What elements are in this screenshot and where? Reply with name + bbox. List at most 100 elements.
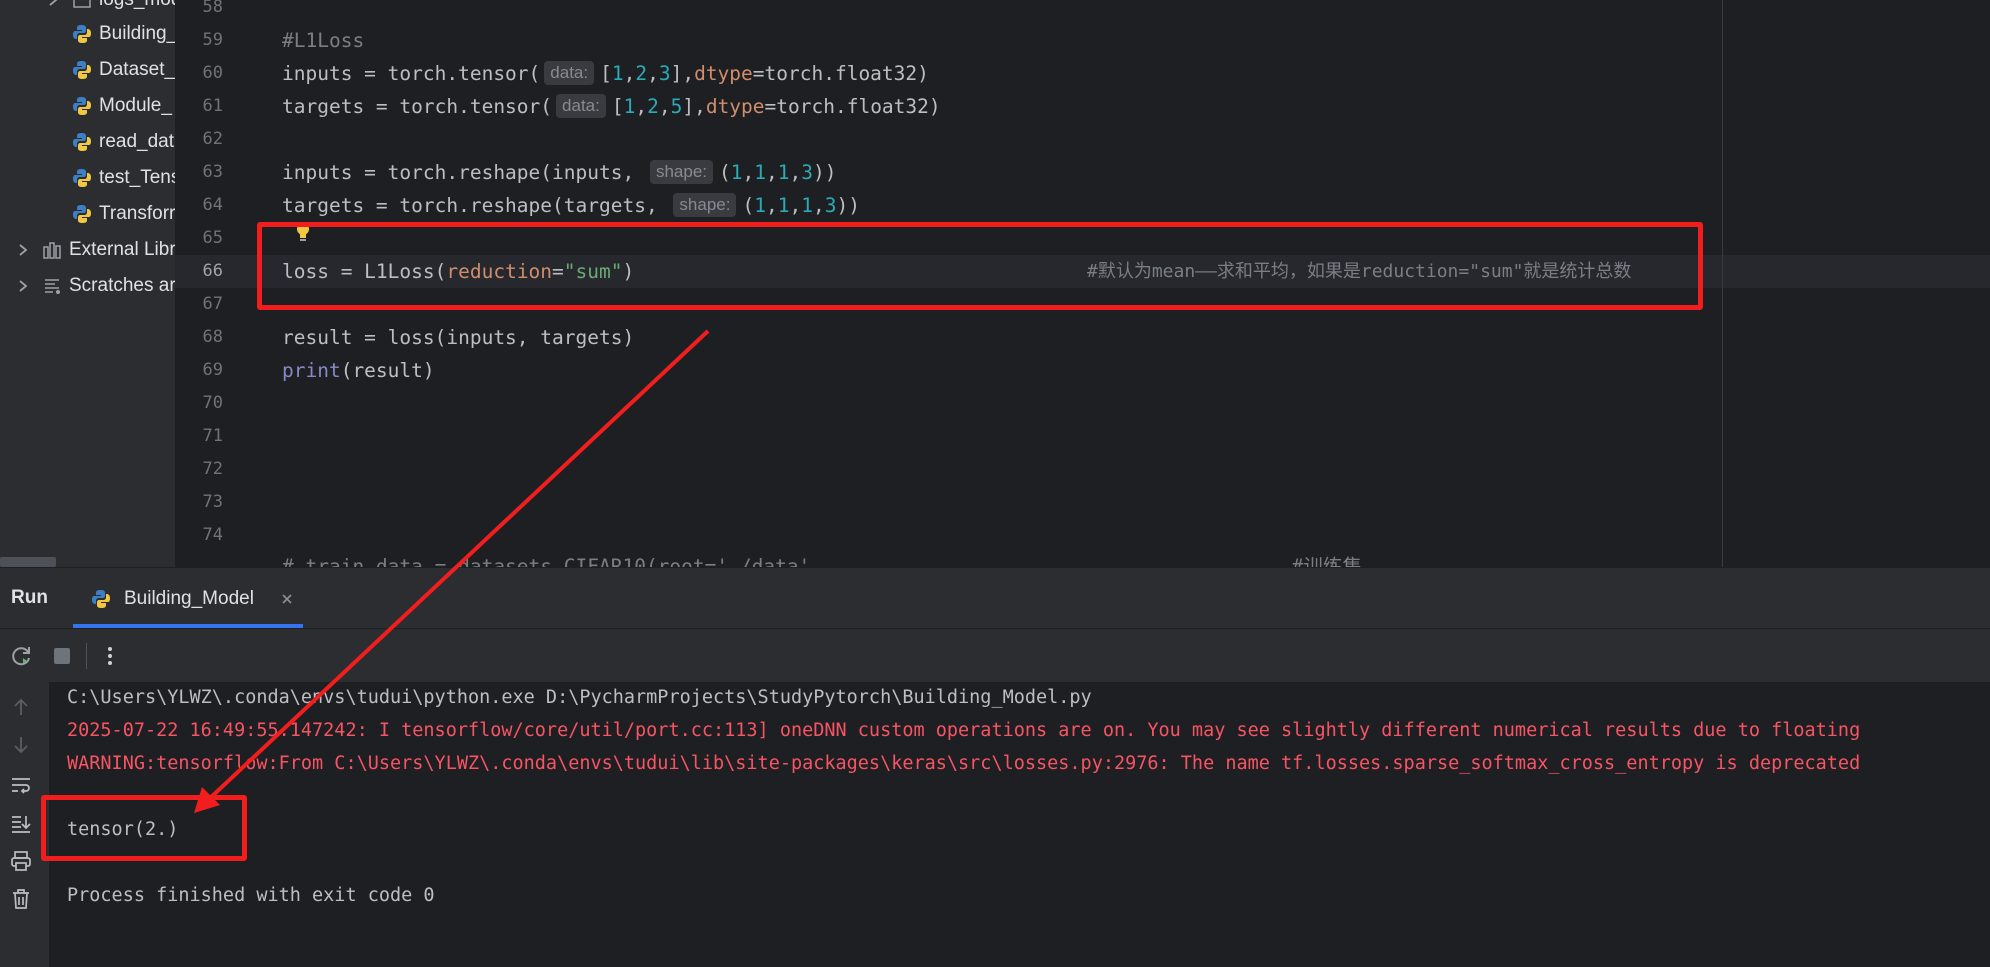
code-line[interactable]: #L1Loss [282,24,364,57]
code-line[interactable]: inputs = torch.reshape(inputs, shape: (1,… [282,156,836,189]
line-number: 58 [202,0,223,17]
tree-item-label: read_dat [99,131,175,152]
code-text: (result) [340,359,435,382]
run-console[interactable]: C:\Users\YLWZ\.conda\envs\tudui\python.e… [49,682,1990,967]
soft-wrap-icon[interactable] [10,774,32,796]
tree-item-file[interactable]: Building_ [72,16,175,52]
line-number: 67 [202,294,223,314]
code-text: [ [600,62,612,85]
code-line-cut: # train_data = datasets.CIFAR10(root='./… [282,555,1362,567]
rerun-icon[interactable] [10,644,34,668]
annotation-box-result [41,795,247,861]
code-text: =torch.float32) [764,95,941,118]
number-literal: 1 [754,161,766,184]
parameter-hint: shape: [673,193,737,217]
code-text: [ [611,95,624,118]
code-text: result = loss(inputs, targets) [282,326,635,349]
run-tab-label: Building_Model [124,587,254,609]
chevron-right-icon[interactable] [16,243,30,257]
code-line[interactable]: result = loss(inputs, targets) [282,321,634,354]
code-text: )) [813,161,837,184]
console-command-line: C:\Users\YLWZ\.conda\envs\tudui\python.e… [67,687,1092,708]
line-number: 63 [202,162,223,182]
tree-item-file[interactable]: read_dat [72,124,174,160]
stop-icon[interactable] [50,644,74,668]
more-icon[interactable] [98,644,122,668]
code-line[interactable]: print(result) [282,354,435,387]
code-text: ], [682,95,706,118]
number-literal: 3 [801,161,813,184]
code-line[interactable]: inputs = torch.tensor(data: [1,2,3],dtype… [282,57,929,90]
code-text: ( [742,194,755,217]
tree-item-external-libraries[interactable]: External Libr [16,232,175,268]
chevron-right-icon[interactable] [16,279,30,293]
scratches-icon [45,279,60,294]
python-file-icon [92,589,110,608]
tree-item-file[interactable]: Dataset_t [72,52,175,88]
run-toolbar [0,628,1990,682]
line-number: 64 [202,195,223,215]
number-literal: 1 [754,194,766,217]
number-literal: 5 [670,95,683,118]
code-line[interactable]: targets = torch.reshape(targets, shape:(… [282,189,860,222]
up-arrow-icon[interactable] [10,696,32,718]
tree-item-label: External Libr [69,239,175,260]
tree-item-file[interactable]: Transforr [72,196,175,232]
number-literal: 2 [635,62,648,85]
parameter-hint: data: [556,94,606,118]
line-number: 73 [202,492,223,512]
parameter-hint: shape: [649,160,713,184]
number-literal: 1 [730,161,743,184]
library-icon [43,242,61,259]
line-number: 66 [202,261,223,281]
code-text: ( [719,161,731,184]
code-line[interactable]: targets = torch.tensor(data: [1,2,5],dtyp… [282,90,941,123]
tree-item-file[interactable]: test_Tens [72,160,175,196]
python-file-icon [73,169,91,187]
run-title: Run [11,587,48,608]
print-icon[interactable] [10,850,32,872]
line-number: 74 [202,525,223,545]
trash-icon[interactable] [10,888,32,910]
sidebar-scrollbar[interactable] [0,557,56,567]
right-margin-guide [1722,0,1723,567]
python-file-icon [73,97,91,115]
tree-item-scratches[interactable]: Scratches ar [16,268,175,304]
number-literal: 1 [777,161,790,184]
code-text: targets = torch.tensor( [282,95,553,118]
python-file-icon [73,205,91,223]
line-number: 68 [202,327,223,347]
tree-item-label: Transforr [99,203,175,224]
console-warning-line: WARNING:tensorflow:From C:\Users\YLWZ\.c… [67,753,1861,774]
line-number: 70 [202,393,223,413]
code-text: targets = torch.reshape(targets, [282,194,670,217]
number-literal: 2 [647,95,659,118]
code-text: inputs = torch.reshape(inputs, [282,161,646,184]
code-text: =torch.float32) [752,62,929,85]
python-file-icon [73,133,91,151]
keyword-arg: dtype [694,62,753,85]
line-number: 61 [202,96,223,116]
chevron-right-icon[interactable] [46,0,60,7]
console-exit-line: Process finished with exit code 0 [67,885,435,906]
tree-item-file[interactable]: Module_ [72,88,172,124]
code-text: inputs = torch.tensor( [282,62,541,85]
toolbar-separator [86,643,87,669]
tree-item-label: Module_ [99,95,172,116]
line-number: 69 [202,360,223,380]
number-literal: 3 [824,194,837,217]
line-number: 72 [202,459,223,479]
line-number: 62 [202,129,223,149]
run-tab-building-model[interactable]: Building_Model [73,568,303,629]
code-text: ], [670,62,695,85]
run-tool-window-header: Run Building_Model [0,567,1990,628]
scroll-to-end-icon[interactable] [10,812,32,834]
comment: #L1Loss [282,29,365,52]
number-literal: 1 [777,194,790,217]
down-arrow-icon[interactable] [10,734,32,756]
parameter-hint: data: [544,61,595,85]
number-literal: 1 [611,62,624,85]
close-icon[interactable] [280,592,294,606]
tree-item-label: Dataset_t [99,59,175,80]
line-number: 59 [202,30,223,50]
